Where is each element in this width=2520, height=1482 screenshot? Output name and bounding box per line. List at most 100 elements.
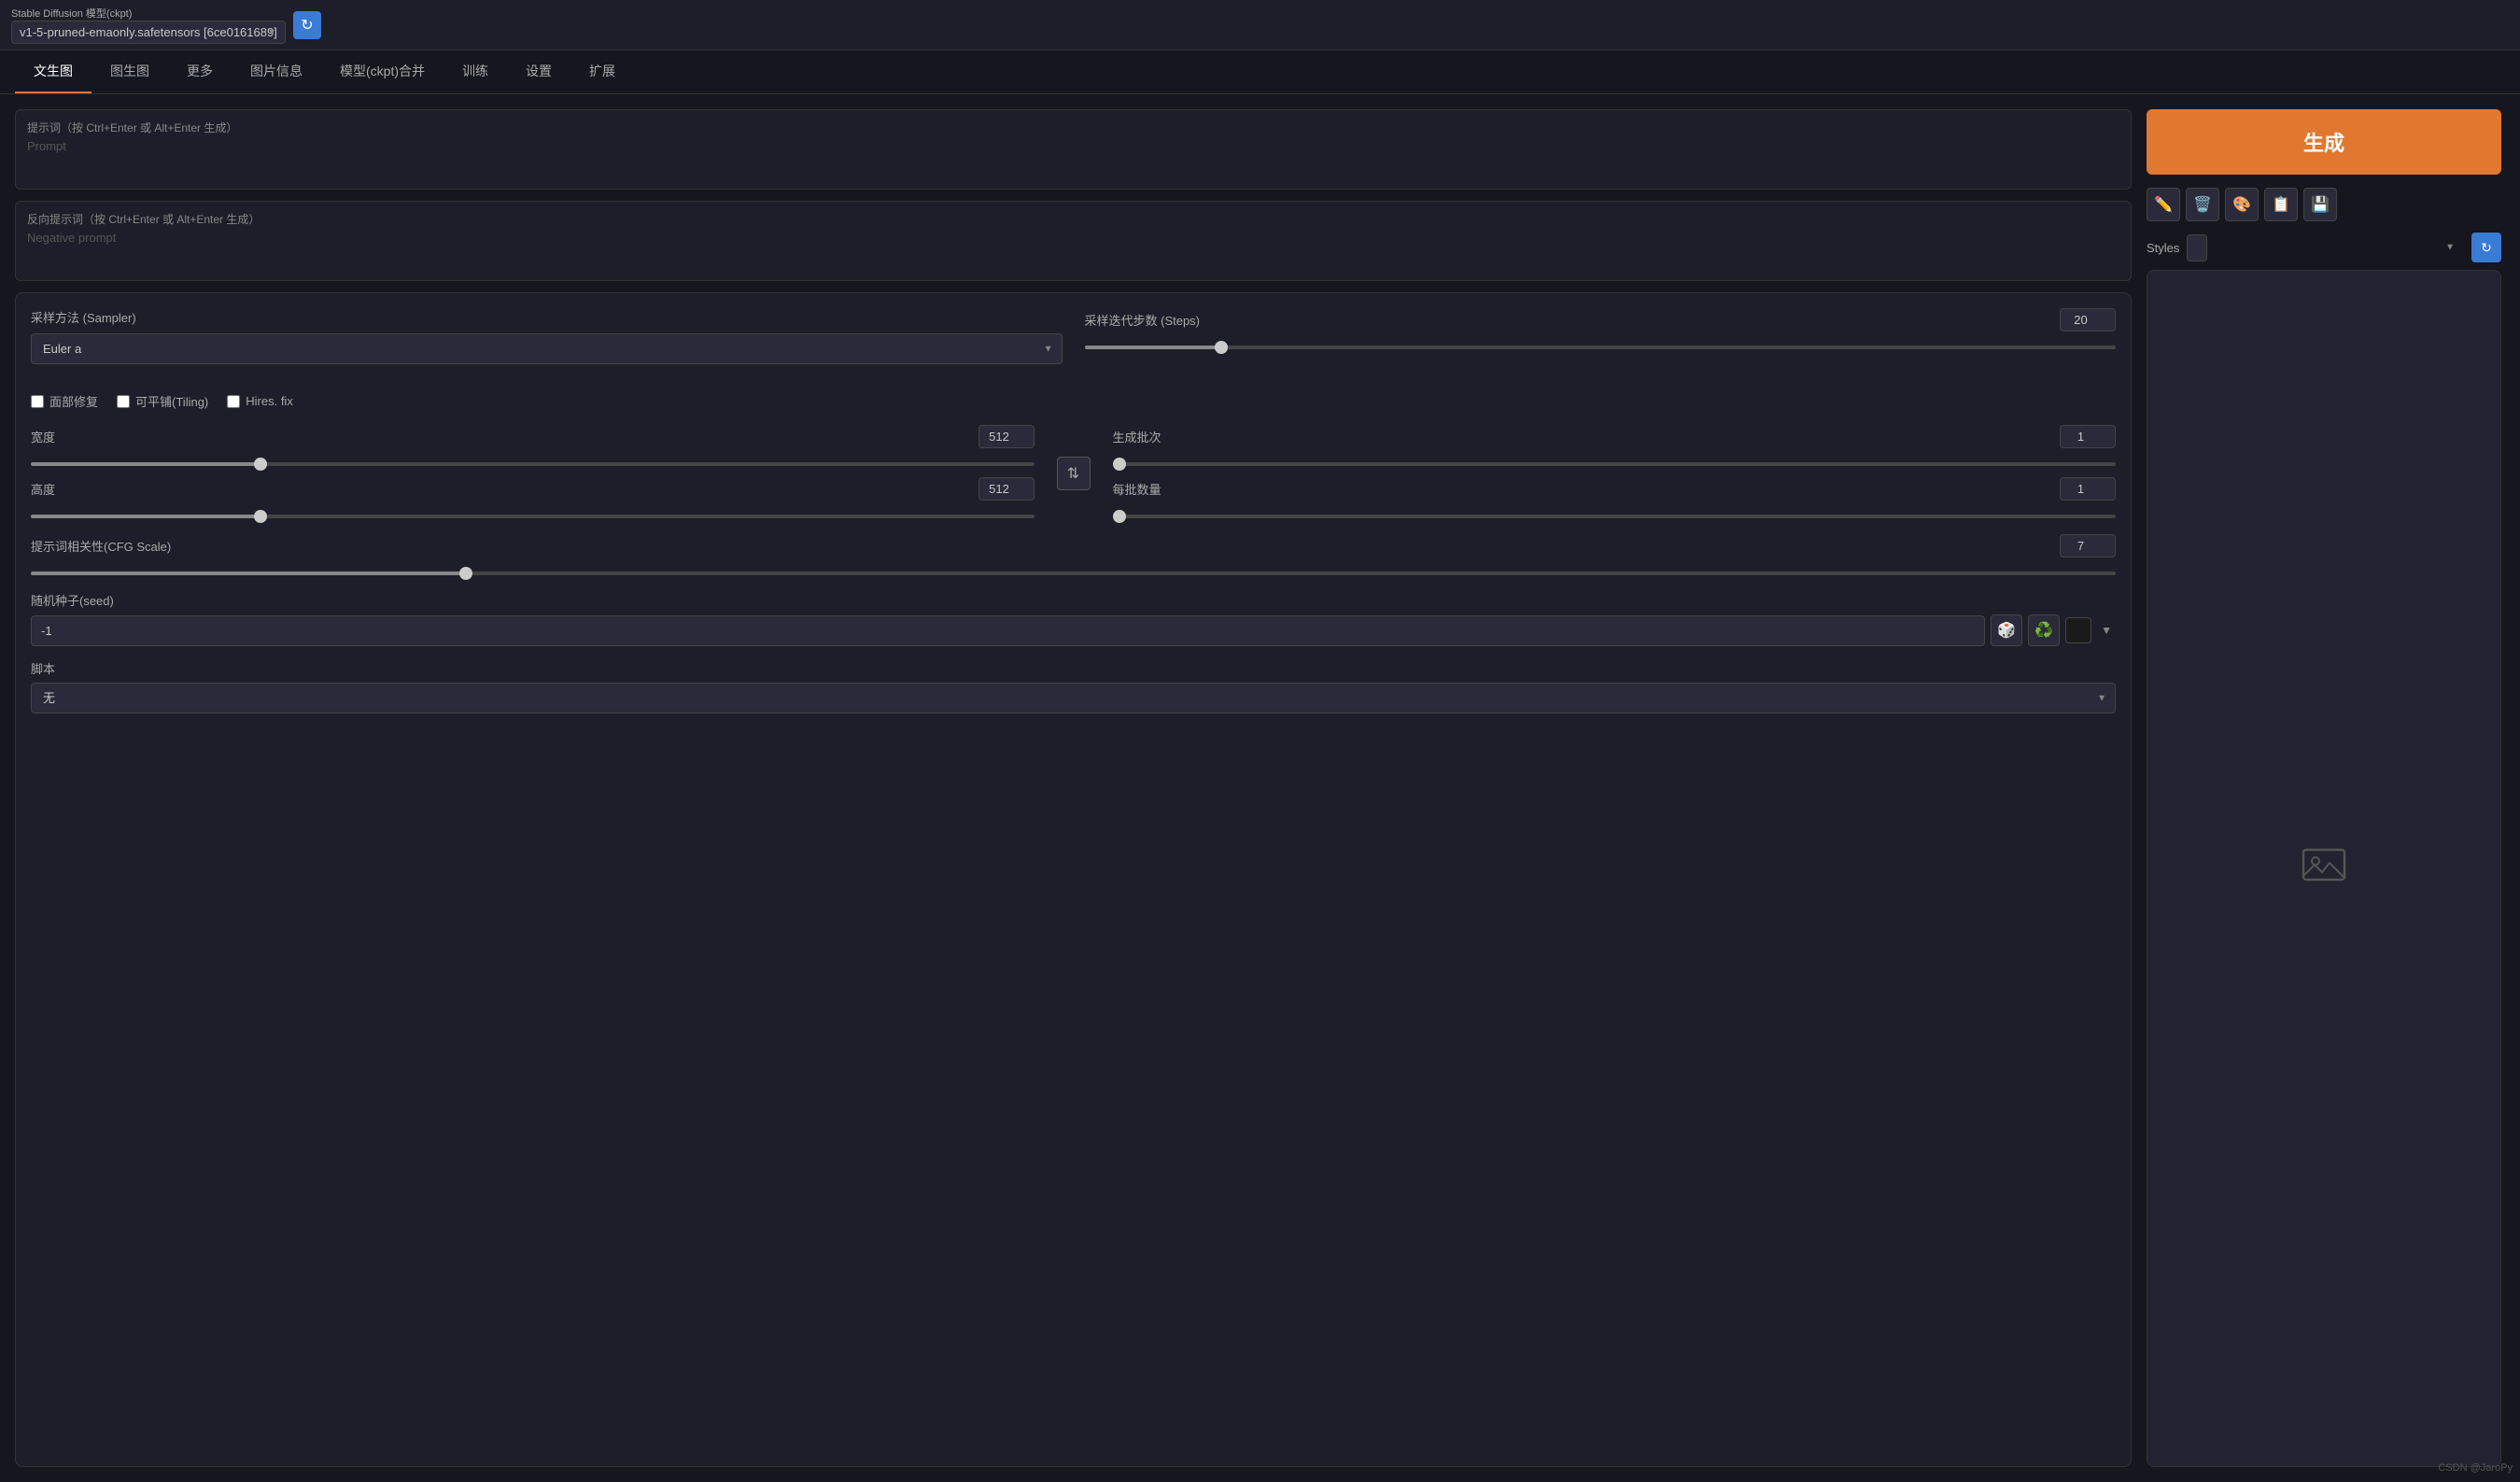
hires-fix-checkbox[interactable]: Hires. fix (227, 394, 293, 408)
refresh-icon: ↻ (301, 16, 313, 35)
batch-count-slider[interactable] (1113, 462, 2117, 466)
steps-slider[interactable] (1085, 346, 2117, 349)
seed-recycle-button[interactable]: ♻️ (2028, 614, 2060, 646)
steps-section: 采样迭代步数 (Steps) (1085, 308, 2117, 364)
style1-icon: 🎨 (2232, 195, 2251, 214)
save-button[interactable]: 💾 (2303, 188, 2337, 221)
generate-button[interactable]: 生成 (2147, 109, 2501, 175)
script-label: 脚本 (31, 659, 2116, 677)
watermark: CSDN @JaroPy (2438, 1462, 2513, 1474)
tab-img2img[interactable]: 图生图 (92, 50, 168, 93)
tab-more[interactable]: 更多 (168, 50, 232, 93)
positive-prompt-input[interactable] (27, 139, 2119, 176)
cfg-row: 提示词相关性(CFG Scale) (31, 534, 2116, 558)
width-input[interactable] (978, 425, 1035, 448)
hires-fix-label: Hires. fix (246, 394, 293, 408)
positive-prompt-label: 提示词（按 Ctrl+Enter 或 Alt+Enter 生成） (27, 120, 2119, 135)
tiling-checkbox[interactable]: 可平铺(Tiling) (117, 392, 208, 410)
styles-label: Styles (2147, 241, 2179, 255)
tab-img-info[interactable]: 图片信息 (232, 50, 321, 93)
batch-count-label: 生成批次 (1113, 428, 1188, 445)
batch-size-slider[interactable] (1113, 515, 2117, 518)
face-restore-label: 面部修复 (49, 392, 98, 410)
styles-select[interactable] (2187, 234, 2207, 261)
positive-prompt-area: 提示词（按 Ctrl+Enter 或 Alt+Enter 生成） (15, 109, 2132, 190)
swap-dimensions-button[interactable]: ⇅ (1057, 457, 1091, 490)
left-panel: 提示词（按 Ctrl+Enter 或 Alt+Enter 生成） 反向提示词（按… (15, 109, 2132, 1467)
model-select-wrapper: v1-5-pruned-emaonly.safetensors [6ce0161… (11, 21, 286, 44)
tab-txt2img[interactable]: 文生图 (15, 50, 92, 93)
seed-input[interactable] (31, 615, 1985, 646)
sampler-label: 采样方法 (Sampler) (31, 308, 1063, 326)
right-panel: 生成 ✏️ 🗑️ 🎨 📋 💾 Styles (2147, 109, 2501, 1467)
tab-settings[interactable]: 设置 (507, 50, 570, 93)
height-label: 高度 (31, 480, 106, 498)
styles-refresh-icon: ↻ (2481, 240, 2492, 256)
batch-col: 生成批次 每批数量 (1113, 425, 2117, 521)
cfg-label: 提示词相关性(CFG Scale) (31, 537, 171, 555)
tab-merge[interactable]: 模型(ckpt)合并 (321, 50, 443, 93)
cfg-section: 提示词相关性(CFG Scale) (31, 534, 2116, 578)
width-label: 宽度 (31, 428, 106, 445)
dimensions-col: 宽度 高度 (31, 425, 1035, 521)
model-info: Stable Diffusion 模型(ckpt) v1-5-pruned-em… (11, 6, 286, 44)
script-select[interactable]: 无 (31, 683, 2116, 713)
steps-input[interactable] (2060, 308, 2116, 332)
style2-icon: 📋 (2272, 195, 2290, 214)
save-icon: 💾 (2311, 195, 2330, 214)
image-placeholder-icon (2302, 842, 2346, 895)
negative-prompt-label: 反向提示词（按 Ctrl+Enter 或 Alt+Enter 生成） (27, 211, 2119, 227)
face-restore-input[interactable] (31, 395, 44, 408)
style1-button[interactable]: 🎨 (2225, 188, 2259, 221)
batch-count-row: 生成批次 (1113, 425, 2117, 448)
batch-count-input[interactable] (2060, 425, 2116, 448)
sampler-select[interactable]: Euler aEulerLMSHeunDPM2DPM2 aDDIMPLMS (31, 333, 1063, 364)
batch-size-row: 每批数量 (1113, 477, 2117, 501)
toolbar-icons: ✏️ 🗑️ 🎨 📋 💾 (2147, 188, 2501, 221)
nav-tabs: 文生图 图生图 更多 图片信息 模型(ckpt)合并 训练 设置 扩展 (0, 50, 2520, 94)
width-slider[interactable] (31, 462, 1035, 466)
negative-prompt-input[interactable] (27, 231, 2119, 268)
styles-row: Styles ↻ (2147, 233, 2501, 262)
height-slider[interactable] (31, 515, 1035, 518)
settings-panel: 采样方法 (Sampler) Euler aEulerLMSHeunDPM2DP… (15, 292, 2132, 1467)
seed-row: 🎲 ♻️ ▼ (31, 614, 2116, 646)
top-bar: Stable Diffusion 模型(ckpt) v1-5-pruned-em… (0, 0, 2520, 50)
batch-size-label: 每批数量 (1113, 480, 1188, 498)
width-row: 宽度 (31, 425, 1035, 448)
seed-section: 随机种子(seed) 🎲 ♻️ ▼ (31, 591, 2116, 646)
steps-label: 采样迭代步数 (Steps) (1085, 311, 1201, 329)
cfg-slider[interactable] (31, 572, 2116, 575)
checkbox-row: 面部修复 可平铺(Tiling) Hires. fix (31, 392, 2116, 410)
model-select[interactable]: v1-5-pruned-emaonly.safetensors [6ce0161… (11, 21, 286, 44)
swap-col: ⇅ (1049, 425, 1098, 521)
trash-button[interactable]: 🗑️ (2186, 188, 2219, 221)
hires-fix-input[interactable] (227, 395, 240, 408)
model-refresh-button[interactable]: ↻ (293, 11, 321, 39)
script-section: 脚本 无 (31, 659, 2116, 713)
cfg-input[interactable] (2060, 534, 2116, 558)
negative-prompt-area: 反向提示词（按 Ctrl+Enter 或 Alt+Enter 生成） (15, 201, 2132, 281)
main-content: 提示词（按 Ctrl+Enter 或 Alt+Enter 生成） 反向提示词（按… (0, 94, 2520, 1482)
tab-extensions[interactable]: 扩展 (570, 50, 634, 93)
dimensions-batch-row: 宽度 高度 ⇅ (31, 425, 2116, 521)
swap-icon: ⇅ (1067, 464, 1079, 483)
tiling-input[interactable] (117, 395, 130, 408)
seed-dice-button[interactable]: 🎲 (1991, 614, 2022, 646)
image-canvas (2147, 270, 2501, 1467)
height-input[interactable] (978, 477, 1035, 501)
trash-icon: 🗑️ (2193, 195, 2212, 214)
batch-size-input[interactable] (2060, 477, 2116, 501)
height-row: 高度 (31, 477, 1035, 501)
sampler-section: 采样方法 (Sampler) Euler aEulerLMSHeunDPM2DP… (31, 308, 1063, 364)
seed-color-button[interactable] (2065, 617, 2091, 643)
model-title: Stable Diffusion 模型(ckpt) (11, 6, 286, 21)
styles-refresh-button[interactable]: ↻ (2471, 233, 2501, 262)
seed-extra-button[interactable]: ▼ (2097, 620, 2116, 641)
pencil-icon: ✏️ (2154, 195, 2173, 214)
face-restore-checkbox[interactable]: 面部修复 (31, 392, 98, 410)
tiling-label: 可平铺(Tiling) (135, 392, 208, 410)
pencil-button[interactable]: ✏️ (2147, 188, 2180, 221)
style2-button[interactable]: 📋 (2264, 188, 2298, 221)
tab-train[interactable]: 训练 (443, 50, 507, 93)
